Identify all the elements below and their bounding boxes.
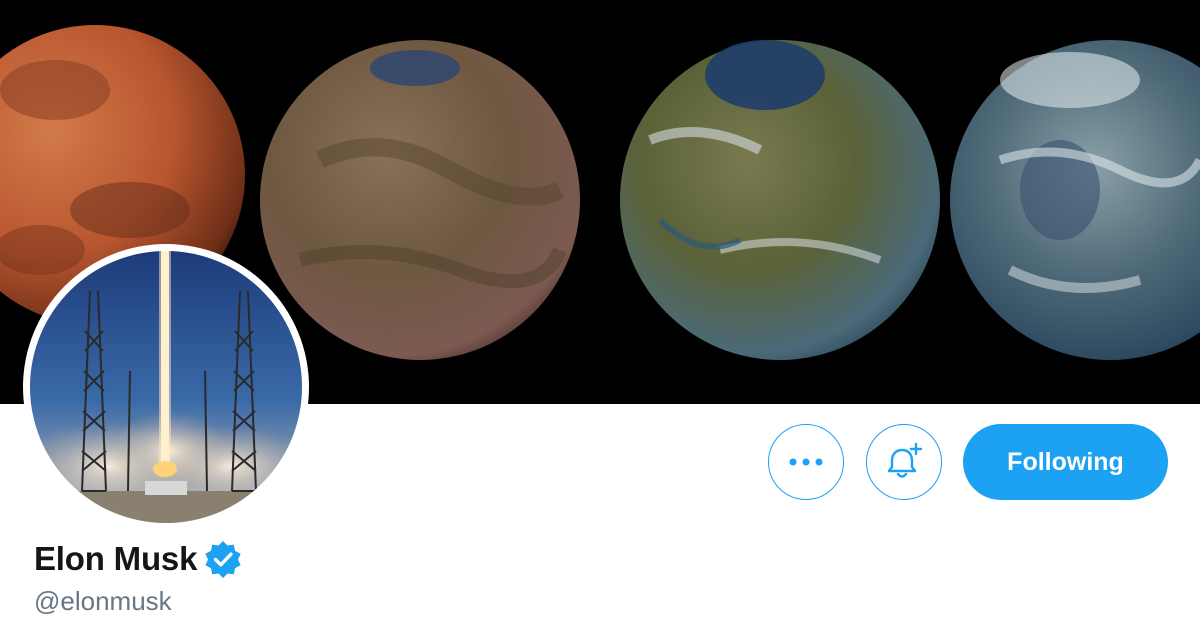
- following-button[interactable]: Following: [963, 424, 1168, 500]
- verified-badge-icon: [205, 541, 241, 578]
- ellipsis-icon: [789, 458, 823, 466]
- bell-plus-icon: [887, 442, 923, 478]
- profile-name-row: Elon Musk: [34, 537, 243, 581]
- profile-avatar[interactable]: [23, 244, 309, 530]
- profile-handle: @elonmusk: [34, 586, 172, 616]
- notifications-button[interactable]: [866, 424, 942, 500]
- profile-page: Following Elon Musk @elonmusk: [0, 0, 1200, 628]
- display-name: Elon Musk: [34, 540, 198, 577]
- avatar-image: [30, 251, 302, 523]
- more-options-button[interactable]: [768, 424, 844, 500]
